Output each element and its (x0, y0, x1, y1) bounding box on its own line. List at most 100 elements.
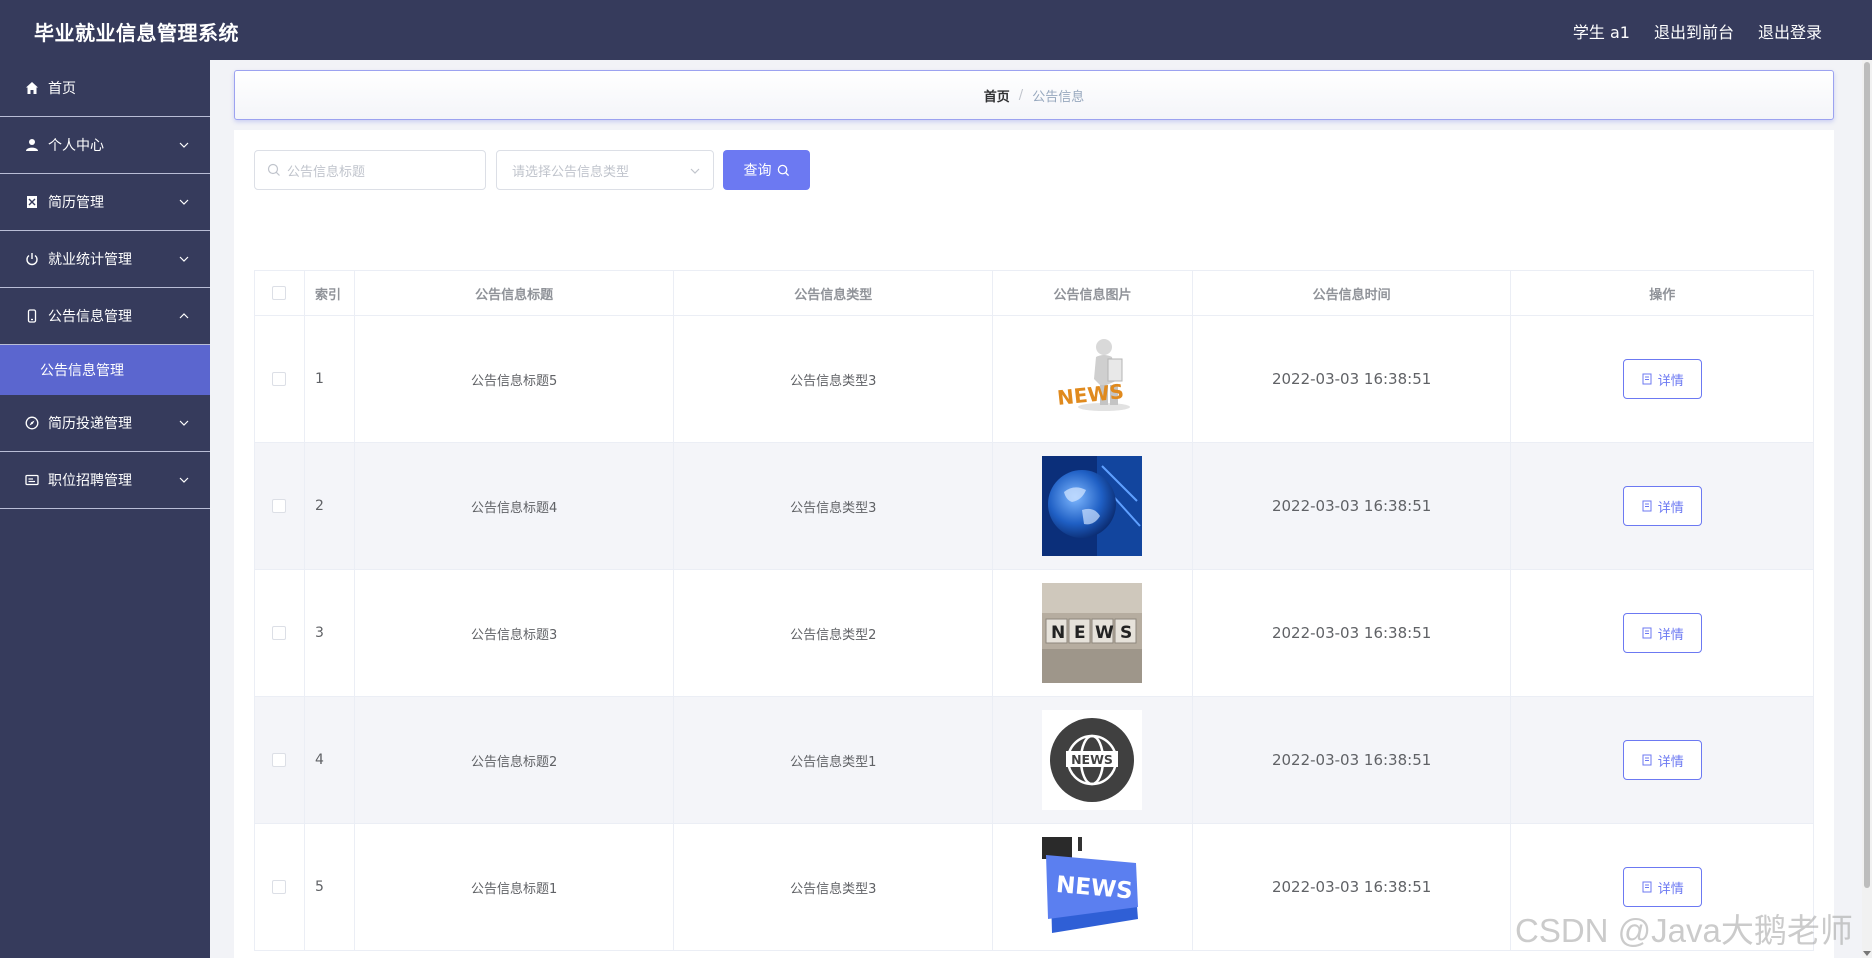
table-row: 2 公告信息标题4 公告信息类型3 2022-03-03 16:38:51 详情 (255, 443, 1813, 570)
sidebar-item-label: 简历投递管理 (48, 416, 132, 432)
detail-button[interactable]: 详情 (1622, 867, 1702, 907)
sidebar-item-label: 职位招聘管理 (48, 473, 132, 489)
row-operation-cell: 详情 (1511, 316, 1813, 442)
svg-text:E: E (1074, 623, 1086, 643)
row-type: 公告信息类型1 (674, 697, 994, 823)
app-title: 毕业就业信息管理系统 (34, 21, 239, 45)
breadcrumb-separator: / (1018, 87, 1024, 103)
sidebar-item-job-recruitment[interactable]: 职位招聘管理 (0, 452, 210, 509)
top-bar: 毕业就业信息管理系统 学生 a1 退出到前台 退出登录 (0, 0, 1872, 60)
scroll-down-arrow-icon[interactable] (1863, 951, 1871, 956)
detail-button-label: 详情 (1657, 627, 1684, 643)
row-index: 1 (305, 316, 355, 442)
breadcrumb: 首页 / 公告信息 (234, 70, 1834, 120)
main-area: 首页 / 公告信息 公告信息标题 请选择公告信息类型 查询 索引 公告信息标题 … (210, 60, 1862, 958)
chevron-down-icon (179, 199, 189, 205)
title-search-input[interactable]: 公告信息标题 (254, 150, 486, 190)
document-icon (1642, 500, 1652, 512)
breadcrumb-current: 公告信息 (1032, 89, 1085, 105)
sidebar-item-home[interactable]: 首页 (0, 60, 210, 117)
table-row: 3 公告信息标题3 公告信息类型2 N E W S 2022-03-03 16:… (255, 570, 1813, 697)
exit-to-front-link[interactable]: 退出到前台 (1654, 19, 1734, 43)
chevron-down-icon (179, 477, 189, 483)
row-type: 公告信息类型2 (674, 570, 994, 696)
news-blocks-image: N E W S (1042, 583, 1143, 683)
row-select-cell (255, 697, 305, 823)
svg-text:W: W (1095, 623, 1114, 643)
row-operation-cell: 详情 (1511, 697, 1813, 823)
row-select-cell (255, 570, 305, 696)
sidebar-item-resume-delivery[interactable]: 简历投递管理 (0, 395, 210, 452)
sidebar-subitem-announcement-management[interactable]: 公告信息管理 (0, 345, 210, 395)
chevron-down-icon (179, 256, 189, 262)
phone-icon (24, 308, 40, 324)
sidebar-item-employment-stats[interactable]: 就业统计管理 (0, 231, 210, 288)
row-image-cell (993, 443, 1193, 569)
query-button-label: 查询 (743, 163, 772, 179)
table-row: 1 公告信息标题5 公告信息类型3 NEWS 2022-03-03 16:38:… (255, 316, 1813, 443)
header-title: 公告信息标题 (355, 271, 675, 315)
row-title: 公告信息标题3 (355, 570, 675, 696)
row-checkbox[interactable] (272, 499, 287, 513)
current-user-link[interactable]: 学生 a1 (1573, 19, 1630, 43)
detail-button-label: 详情 (1657, 881, 1684, 897)
row-index: 3 (305, 570, 355, 696)
header-type: 公告信息类型 (674, 271, 994, 315)
scrollbar-thumb[interactable] (1864, 62, 1870, 888)
detail-button[interactable]: 详情 (1622, 740, 1702, 780)
search-icon (777, 164, 789, 176)
row-image-cell: NEWS (993, 824, 1193, 950)
svg-text:N: N (1051, 623, 1065, 643)
page-scrollbar[interactable] (1862, 60, 1872, 958)
row-title: 公告信息标题1 (355, 824, 675, 950)
document-icon (1642, 881, 1652, 893)
row-time: 2022-03-03 16:38:51 (1193, 316, 1512, 442)
type-select[interactable]: 请选择公告信息类型 (496, 150, 714, 190)
row-index: 2 (305, 443, 355, 569)
sidebar-item-personal-center[interactable]: 个人中心 (0, 117, 210, 174)
document-icon (1642, 373, 1652, 385)
home-icon (24, 80, 40, 96)
row-checkbox[interactable] (272, 372, 287, 386)
chevron-down-icon (690, 168, 700, 174)
document-icon (24, 194, 40, 210)
header-operation: 操作 (1649, 287, 1676, 303)
row-checkbox[interactable] (272, 626, 287, 640)
detail-button[interactable]: 详情 (1622, 613, 1702, 653)
logout-link[interactable]: 退出登录 (1758, 19, 1822, 43)
detail-button[interactable]: 详情 (1622, 359, 1702, 399)
row-type: 公告信息类型3 (674, 443, 994, 569)
document-icon (1642, 754, 1652, 766)
user-icon (24, 137, 40, 153)
sidebar-item-resume[interactable]: 简历管理 (0, 174, 210, 231)
news-globe-icon-image: NEWS (1042, 710, 1143, 810)
row-time: 2022-03-03 16:38:51 (1193, 570, 1512, 696)
type-select-placeholder: 请选择公告信息类型 (512, 164, 630, 180)
row-select-cell (255, 316, 305, 442)
select-all-checkbox[interactable] (272, 286, 287, 300)
query-button[interactable]: 查询 (723, 150, 810, 190)
top-links: 学生 a1 退出到前台 退出登录 (1573, 19, 1822, 43)
sidebar-item-label: 首页 (48, 81, 76, 97)
watermark: CSDN @Java大鹅老师 (1515, 912, 1853, 949)
row-checkbox[interactable] (272, 753, 287, 767)
table-header: 索引 公告信息标题 公告信息类型 公告信息图片 公告信息时间 操作 (255, 271, 1813, 316)
row-type: 公告信息类型3 (674, 824, 994, 950)
breadcrumb-home[interactable]: 首页 (984, 86, 1010, 105)
row-index: 4 (305, 697, 355, 823)
row-image-cell: NEWS (993, 697, 1193, 823)
row-time: 2022-03-03 16:38:51 (1193, 697, 1512, 823)
news-figure-image: NEWS (1042, 329, 1143, 429)
header-image: 公告信息图片 (993, 271, 1193, 315)
chevron-down-icon (179, 420, 189, 426)
row-operation-cell: 详情 (1511, 570, 1813, 696)
detail-button-label: 详情 (1657, 373, 1684, 389)
detail-button[interactable]: 详情 (1622, 486, 1702, 526)
sidebar-item-announcements[interactable]: 公告信息管理 (0, 288, 210, 345)
sidebar-item-label: 简历管理 (48, 195, 104, 211)
row-title: 公告信息标题2 (355, 697, 675, 823)
chevron-up-icon (179, 313, 189, 319)
row-type: 公告信息类型3 (674, 316, 994, 442)
sidebar-item-label: 个人中心 (48, 138, 104, 154)
row-checkbox[interactable] (272, 880, 287, 894)
